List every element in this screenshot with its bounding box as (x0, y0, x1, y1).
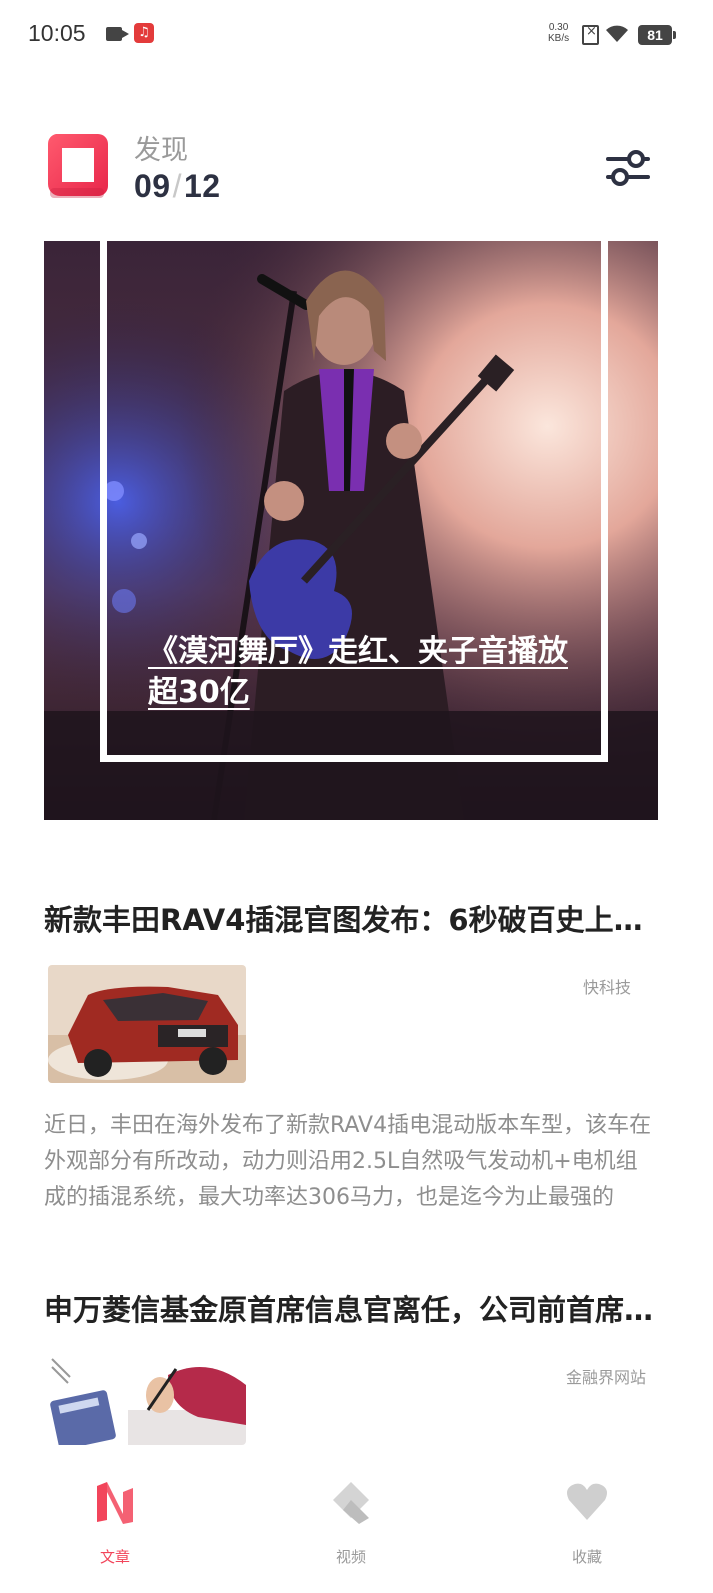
car-image (48, 965, 246, 1083)
article-thumbnail[interactable] (48, 1355, 246, 1445)
article-card[interactable]: 申万菱信基金原首席信息官离任，公司前首席信息官 金融界网站 (44, 1290, 658, 1445)
article-thumbnail[interactable] (48, 965, 246, 1083)
no-sim-icon (582, 24, 599, 45)
video-icon (333, 1482, 369, 1524)
section-title: 发现 (134, 135, 188, 166)
date-display: 09/12 (134, 168, 221, 204)
article-summary: 近日，丰田在海外发布了新款RAV4插电混动版本车型，该车在外观部分有所改动，动力… (44, 1113, 652, 1210)
article-card[interactable]: 新款丰田RAV4插混官图发布：6秒破百史上最强 快科技 近日，丰田在海外发布了新… (44, 900, 658, 1210)
hero-title[interactable]: 《漠河舞厅》走红、夹子音播放超30亿 (148, 631, 568, 713)
net-speed-unit: KB/s (548, 33, 570, 44)
camera-icon (106, 27, 129, 41)
article-title[interactable]: 申万菱信基金原首席信息官离任，公司前首席信息官 (44, 1290, 658, 1330)
net-speed-value: 0.30 (548, 22, 569, 33)
heart-icon (567, 1483, 607, 1520)
article-title[interactable]: 新款丰田RAV4插混官图发布：6秒破百史上最强 (44, 900, 658, 940)
app-logo-icon (47, 134, 108, 198)
tab-label: 视频 (335, 1548, 366, 1566)
wifi-icon (606, 25, 628, 42)
article-source: 快科技 (582, 978, 631, 997)
net-speed: 0.30 KB/s (548, 22, 569, 44)
article-source: 金融界网站 (565, 1368, 646, 1387)
bottom-nav: 文章 视频 收藏 (0, 1460, 713, 1593)
hero-card[interactable]: 《漠河舞厅》走红、夹子音播放超30亿 (44, 241, 658, 820)
tab-videos[interactable]: 视频 (291, 1470, 411, 1580)
status-time: 10:05 (28, 20, 86, 46)
date-day: 12 (183, 168, 221, 204)
article-icon (97, 1482, 133, 1524)
tab-label: 文章 (99, 1548, 130, 1566)
filter-settings-button[interactable] (604, 144, 652, 192)
tab-favorites[interactable]: 收藏 (527, 1470, 647, 1580)
battery-icon: 81 (638, 25, 676, 45)
status-bar: 10:05 ♫ 0.30 KB/s 81 (0, 0, 713, 70)
tab-articles[interactable]: 文章 (55, 1470, 175, 1580)
date-month: 09 (134, 168, 171, 204)
finance-image (48, 1355, 246, 1445)
music-app-icon: ♫ (134, 23, 154, 43)
tab-label: 收藏 (571, 1548, 602, 1566)
